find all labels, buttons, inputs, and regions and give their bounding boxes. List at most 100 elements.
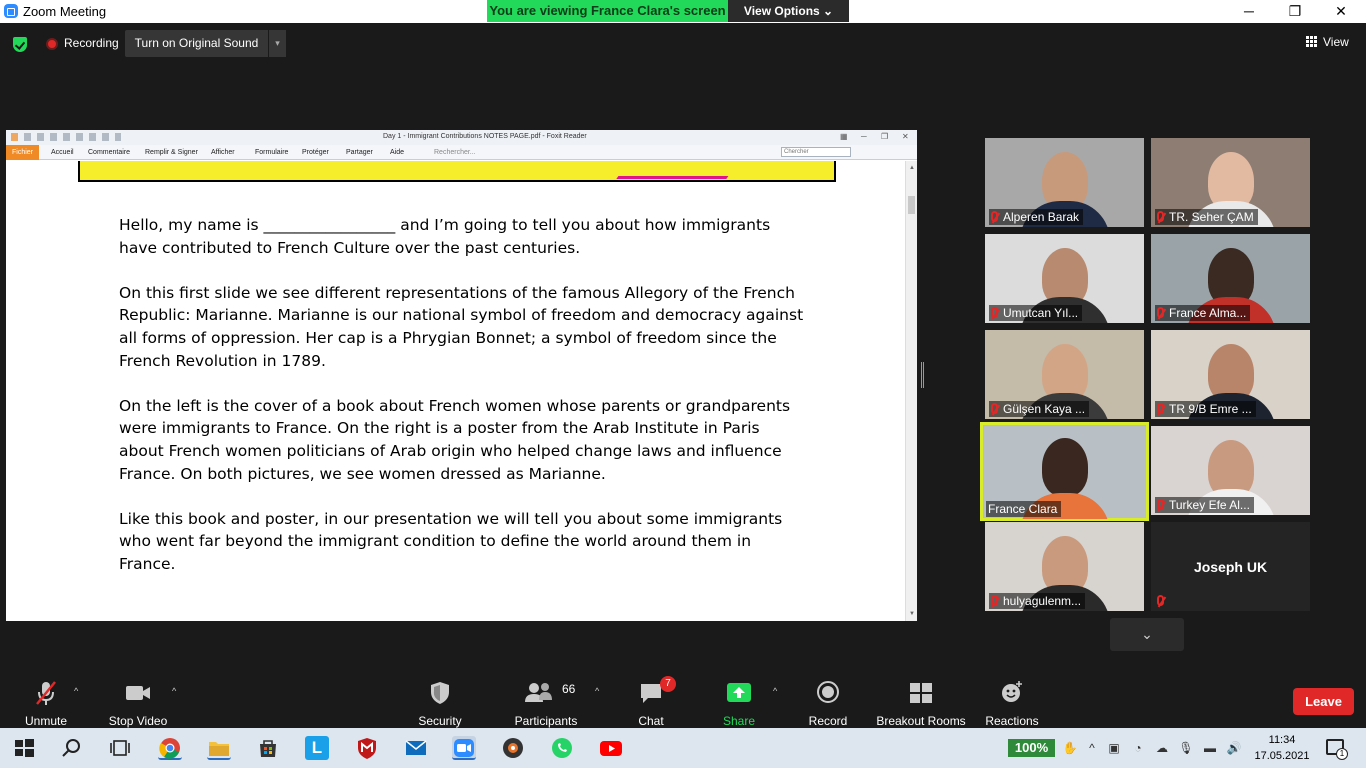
foxit-menu-item: Protéger	[302, 149, 329, 156]
media-player-icon[interactable]	[501, 736, 525, 760]
participant-name-text: TR. Seher ÇAM	[1169, 210, 1254, 224]
chat-button[interactable]: 7 Chat	[634, 676, 676, 728]
foxit-menu-item: Remplir & Signer	[145, 149, 198, 156]
onedrive-cloud-icon[interactable]: ☁	[1154, 740, 1170, 756]
video-tile[interactable]: TR 9/B Emre ...	[1151, 330, 1310, 419]
panel-splitter-handle[interactable]	[921, 362, 924, 388]
audio-options-caret-icon[interactable]: ^	[74, 686, 78, 696]
shield-icon	[416, 680, 464, 706]
view-options-button[interactable]: View Options ⌄	[728, 0, 849, 22]
breakout-rooms-label: Breakout Rooms	[876, 714, 966, 728]
unmute-button[interactable]: Unmute	[20, 680, 72, 728]
minimize-button[interactable]: ─	[1226, 0, 1272, 23]
pdf-body-text: Hello, my name is _________________ and …	[119, 214, 809, 598]
mic-muted-icon	[1157, 499, 1164, 510]
volume-icon[interactable]: 🔊	[1226, 740, 1242, 756]
stop-video-label: Stop Video	[108, 714, 168, 728]
task-view-icon[interactable]	[108, 736, 132, 760]
windows-taskbar: L 100% ✋ ^ ▣ ◔ ☁ 🎙 ▬ 🔊 11:34 17.05.2021	[0, 728, 1366, 768]
youtube-icon[interactable]	[599, 736, 623, 760]
encryption-shield-icon[interactable]	[13, 37, 27, 52]
video-tile[interactable]: Turkey Efe Al...	[1151, 426, 1310, 515]
share-options-caret-icon[interactable]: ^	[773, 686, 777, 696]
chat-unread-badge: 7	[660, 676, 676, 692]
mic-muted-icon	[1157, 211, 1164, 222]
video-tile[interactable]: hulyagulenm...	[985, 522, 1144, 611]
foxit-tell-me: Rechercher...	[434, 149, 476, 156]
recording-label[interactable]: Recording	[64, 36, 119, 50]
participants-icon: 66	[512, 680, 580, 706]
windows-start-icon[interactable]	[12, 736, 36, 760]
participant-face	[1041, 438, 1088, 496]
video-tile[interactable]: Gülşen Kaya ...	[985, 330, 1144, 419]
participant-display-name: Joseph UK	[1193, 559, 1268, 575]
chat-label: Chat	[638, 714, 664, 728]
battery-percentage[interactable]: 100%	[1008, 739, 1055, 757]
whatsapp-icon[interactable]	[550, 736, 574, 760]
video-tile[interactable]: Umutcan Yıl...	[985, 234, 1144, 323]
video-tile[interactable]: France Alma...	[1151, 234, 1310, 323]
participant-name: Turkey Efe Al...	[1155, 497, 1254, 513]
mic-muted-icon	[1157, 595, 1164, 606]
original-sound-button[interactable]: Turn on Original Sound	[125, 30, 268, 57]
hand-cursor-tray-icon[interactable]: ✋	[1062, 740, 1078, 756]
device-tray-icon[interactable]: ▣	[1106, 740, 1122, 756]
video-tile-no-video[interactable]: Joseph UK	[1151, 522, 1310, 611]
video-tile-active-speaker[interactable]: France Clara	[980, 422, 1149, 521]
mic-muted-icon	[991, 211, 998, 222]
store-icon[interactable]	[256, 736, 280, 760]
l-app-icon[interactable]: L	[305, 736, 329, 760]
chrome-icon[interactable]	[158, 736, 182, 760]
original-sound-dropdown[interactable]: ▾	[269, 30, 286, 57]
participant-name-text: France Alma...	[1169, 306, 1247, 320]
video-options-caret-icon[interactable]: ^	[172, 686, 176, 696]
breakout-rooms-button[interactable]: Breakout Rooms	[876, 680, 966, 728]
foxit-minimize-icon: ─	[861, 132, 867, 141]
view-button[interactable]: View	[1306, 35, 1349, 49]
close-button[interactable]: ✕	[1318, 0, 1364, 23]
search-icon[interactable]	[60, 736, 84, 760]
battery-icon[interactable]: ▬	[1202, 740, 1218, 756]
viewing-screen-label: You are viewing France Clara's screen	[487, 0, 728, 22]
clock-date: 17.05.2021	[1254, 750, 1310, 762]
system-clock[interactable]: 11:34 17.05.2021	[1252, 732, 1312, 764]
show-hidden-icons-chevron[interactable]: ^	[1084, 740, 1100, 756]
pdf-scrollbar: ▲ ▼	[905, 161, 917, 621]
video-tile[interactable]: TR. Seher ÇAM	[1151, 138, 1310, 227]
foxit-menu-item: Commentaire	[88, 149, 131, 156]
microphone-tray-icon[interactable]: 🎙	[1178, 740, 1194, 756]
mic-muted-icon	[20, 680, 72, 706]
reactions-button[interactable]: Reactions	[984, 680, 1040, 728]
mic-muted-icon	[1157, 307, 1164, 318]
participant-name: Gülşen Kaya ...	[989, 401, 1090, 417]
mcafee-icon[interactable]	[355, 736, 379, 760]
shared-screen[interactable]: Day 1 - Immigrant Contributions NOTES PA…	[6, 130, 917, 621]
participants-button[interactable]: 66 Participants	[512, 680, 580, 728]
pdf-paragraph: On this first slide we see different rep…	[119, 283, 804, 370]
record-label: Record	[808, 714, 848, 728]
slide-banner-decoration	[616, 157, 742, 179]
restore-button[interactable]: ❐	[1272, 0, 1318, 23]
foxit-menu-item: Aide	[390, 149, 405, 156]
participant-name-text: Gülşen Kaya ...	[1003, 402, 1086, 416]
stop-video-button[interactable]: Stop Video	[106, 680, 170, 728]
participant-name-text: Umutcan Yıl...	[1003, 306, 1079, 320]
participant-name: TR 9/B Emre ...	[1155, 401, 1256, 417]
recording-icon	[46, 38, 58, 50]
pdf-page: Hello, my name is _________________ and …	[10, 157, 903, 621]
next-page-chevron-button[interactable]: ⌄	[1110, 618, 1184, 651]
security-button[interactable]: Security	[416, 680, 464, 728]
foxit-menu-item: Accueil	[51, 149, 74, 156]
participants-options-caret-icon[interactable]: ^	[595, 686, 599, 696]
wifi-icon[interactable]: ◔	[1130, 740, 1146, 756]
notification-center-icon[interactable]: 1	[1326, 739, 1348, 760]
record-button[interactable]: Record	[808, 680, 848, 728]
record-icon	[808, 680, 848, 706]
participant-name: France Alma...	[1155, 305, 1251, 321]
leave-button[interactable]: Leave	[1293, 688, 1354, 715]
foxit-quick-access-toolbar	[11, 133, 121, 141]
file-explorer-icon[interactable]	[207, 736, 231, 760]
video-tile[interactable]: Alperen Barak	[985, 138, 1144, 227]
zoom-taskbar-icon[interactable]	[452, 736, 476, 760]
mail-icon[interactable]	[404, 736, 428, 760]
